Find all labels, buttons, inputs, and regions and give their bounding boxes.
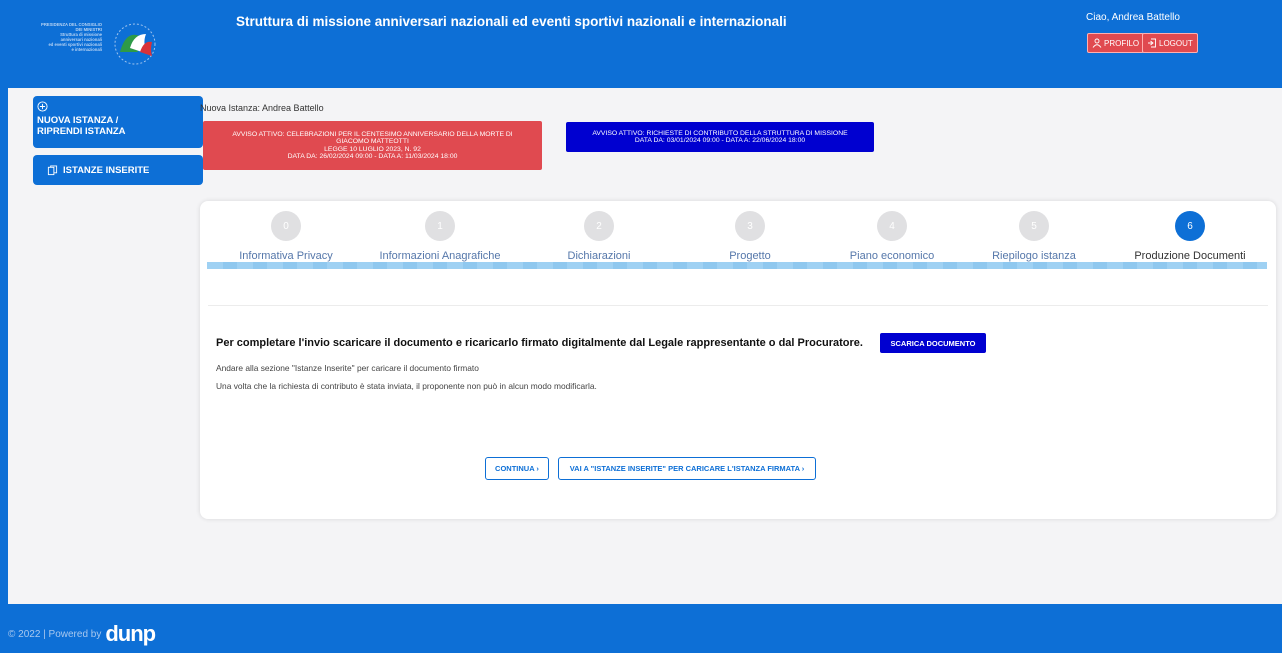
- step-label: Dichiarazioni: [567, 250, 631, 262]
- step-number: 3: [735, 211, 765, 241]
- profile-button[interactable]: Profilo: [1087, 33, 1145, 53]
- logout-button[interactable]: Logout: [1142, 33, 1198, 53]
- step-number: 5: [1019, 211, 1049, 241]
- emblem-icon: [114, 23, 156, 65]
- go-to-inserted-button[interactable]: Vai a "Istanze Inserite" per caricare l'…: [558, 457, 816, 480]
- footer: © 2022 | Powered by dunp: [8, 623, 156, 645]
- site-logo[interactable]: PRESIDENZA DEL CONSIGLIO DEI MINISTRI St…: [30, 20, 162, 70]
- breadcrumb: Nuova Istanza: Andrea Battello: [200, 103, 324, 113]
- step-number: 4: [877, 211, 907, 241]
- plus-circle-icon: [37, 101, 48, 112]
- step-label: Informazioni Anagrafiche: [379, 250, 501, 262]
- wizard-card: 0 Informativa Privacy 1 Informazioni Ana…: [200, 201, 1276, 519]
- user-icon: [1092, 38, 1102, 48]
- brand-logo[interactable]: dunp: [105, 623, 156, 645]
- divider: [208, 305, 1268, 306]
- step-number: 6: [1175, 211, 1205, 241]
- inserted-applications-button[interactable]: ISTANZE INSERITE: [33, 155, 203, 185]
- step-produzione-documenti[interactable]: 6 Produzione Documenti: [1128, 201, 1252, 262]
- logout-icon: [1148, 38, 1156, 48]
- step-label: Progetto: [729, 250, 771, 262]
- main-area: NUOVA ISTANZA / RIPRENDI ISTANZA ISTANZE…: [8, 88, 1282, 604]
- site-title: Struttura di missione anniversari nazion…: [236, 14, 787, 29]
- top-header: PRESIDENZA DEL CONSIGLIO DEI MINISTRI St…: [0, 0, 1282, 83]
- step-riepilogo[interactable]: 5 Riepilogo istanza: [984, 201, 1084, 262]
- step-anagrafiche[interactable]: 1 Informazioni Anagrafiche: [376, 201, 504, 262]
- step-label: Riepilogo istanza: [992, 250, 1076, 262]
- user-greeting: Ciao, Andrea Battello: [1086, 12, 1180, 23]
- wizard-steps: 0 Informativa Privacy 1 Informazioni Ana…: [200, 201, 1276, 301]
- active-notice-red: Avviso attivo: Celebrazioni per il cente…: [203, 121, 542, 170]
- continue-button[interactable]: Continua ›: [485, 457, 549, 480]
- active-notice-blue: Avviso attivo: Richieste di contributo d…: [566, 122, 874, 152]
- info-text-no-modify: Una volta che la richiesta di contributo…: [216, 381, 597, 391]
- step-number: 2: [584, 211, 614, 241]
- instruction-text: Per completare l'invio scaricare il docu…: [216, 337, 863, 349]
- step-piano-economico[interactable]: 4 Piano economico: [839, 201, 945, 262]
- new-application-button[interactable]: NUOVA ISTANZA / RIPRENDI ISTANZA: [33, 96, 203, 148]
- wizard-progress-bar: [207, 262, 1267, 269]
- step-number: 0: [271, 211, 301, 241]
- copyright-text: © 2022 | Powered by: [8, 628, 102, 640]
- step-privacy[interactable]: 0 Informativa Privacy: [232, 201, 340, 262]
- documents-icon: [47, 164, 58, 175]
- download-document-button[interactable]: Scarica documento: [880, 333, 986, 353]
- logo-text: PRESIDENZA DEL CONSIGLIO DEI MINISTRI St…: [41, 22, 102, 52]
- step-progetto[interactable]: 3 Progetto: [710, 201, 790, 262]
- step-label: Informativa Privacy: [239, 250, 333, 262]
- step-number: 1: [425, 211, 455, 241]
- step-label: Produzione Documenti: [1134, 250, 1246, 262]
- info-text-upload: Andare alla sezione "Istanze Inserite" p…: [216, 363, 479, 373]
- step-dichiarazioni[interactable]: 2 Dichiarazioni: [551, 201, 647, 262]
- step-label: Piano economico: [849, 250, 935, 262]
